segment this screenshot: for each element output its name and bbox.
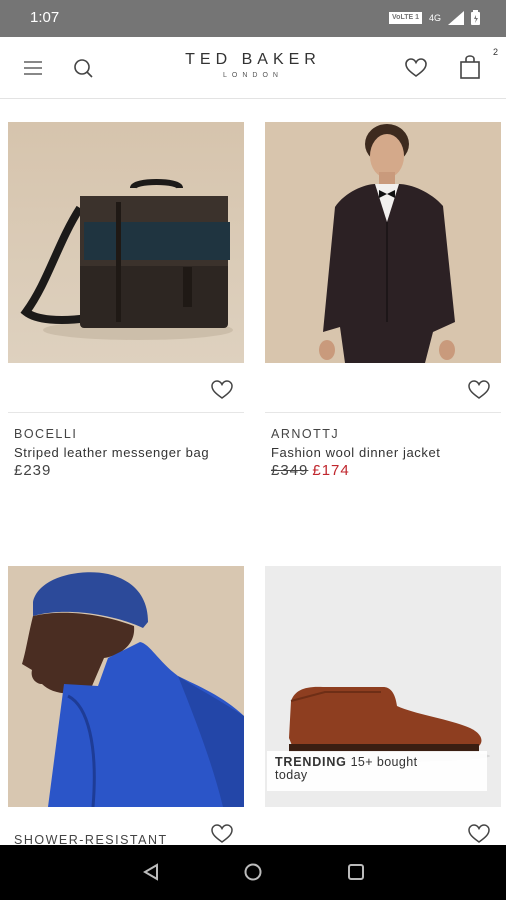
brand-logo[interactable]: TED BAKER LONDON	[0, 51, 506, 79]
wishlist-toggle[interactable]	[467, 379, 491, 401]
original-price: £349	[271, 462, 309, 479]
home-button[interactable]	[240, 859, 266, 885]
trending-label: TRENDING	[275, 755, 347, 769]
app-header: TED BAKER LONDON 2	[0, 37, 506, 99]
brand-sub: LONDON	[223, 72, 283, 79]
status-time: 1:07	[30, 9, 60, 26]
trending-text-2: today	[275, 768, 308, 782]
product-card[interactable]: TRENDING 15+ bought today	[265, 566, 501, 845]
back-button[interactable]	[138, 859, 164, 885]
product-card[interactable]: SHOWER-RESISTANT	[8, 566, 244, 845]
volte-badge: VoLTE 1	[389, 11, 422, 24]
wishlist-toggle[interactable]	[210, 823, 234, 845]
product-brand: BOCELLI	[14, 427, 78, 441]
wishlist-toggle[interactable]	[210, 379, 234, 401]
wishlist-toggle[interactable]	[467, 823, 491, 845]
status-bar: 1:07 VoLTE 1 4G	[0, 0, 506, 37]
heart-icon	[211, 380, 233, 399]
back-icon	[143, 863, 158, 881]
battery-icon	[471, 10, 480, 25]
signal-icon	[448, 10, 464, 25]
sale-price: £174	[312, 462, 350, 479]
trending-text: 15+ bought	[350, 755, 418, 769]
home-icon	[244, 863, 262, 881]
product-brand: SHOWER-RESISTANT	[14, 833, 168, 845]
product-image-dinner-jacket[interactable]	[265, 122, 501, 363]
product-image-puffer-jacket[interactable]	[8, 566, 244, 807]
divider	[8, 412, 244, 413]
heart-icon	[211, 824, 233, 843]
recents-icon	[348, 864, 364, 880]
heart-icon	[405, 58, 427, 77]
wishlist-button[interactable]	[403, 55, 429, 81]
shopping-bag-icon	[460, 55, 480, 79]
product-price: £239	[14, 462, 52, 479]
product-image-messenger-bag[interactable]	[8, 122, 244, 363]
product-price: £349 £174	[271, 462, 350, 479]
product-name[interactable]: Striped leather messenger bag	[14, 445, 209, 460]
brand-name: TED BAKER	[185, 51, 321, 68]
product-card[interactable]: BOCELLI Striped leather messenger bag £2…	[8, 122, 244, 502]
system-nav-bar	[0, 845, 506, 900]
heart-icon	[468, 380, 490, 399]
heart-icon	[468, 824, 490, 843]
product-card[interactable]: ARNOTTJ Fashion wool dinner jacket £349 £…	[265, 122, 501, 502]
divider	[265, 412, 501, 413]
product-brand: ARNOTTJ	[271, 427, 340, 441]
recents-button[interactable]	[343, 859, 369, 885]
trending-badge: TRENDING 15+ bought today	[267, 751, 487, 791]
cart-count-badge: 2	[492, 47, 498, 57]
product-name[interactable]: Fashion wool dinner jacket	[271, 445, 441, 460]
network-type: 4G	[428, 12, 441, 23]
cart-button[interactable]	[457, 54, 483, 80]
